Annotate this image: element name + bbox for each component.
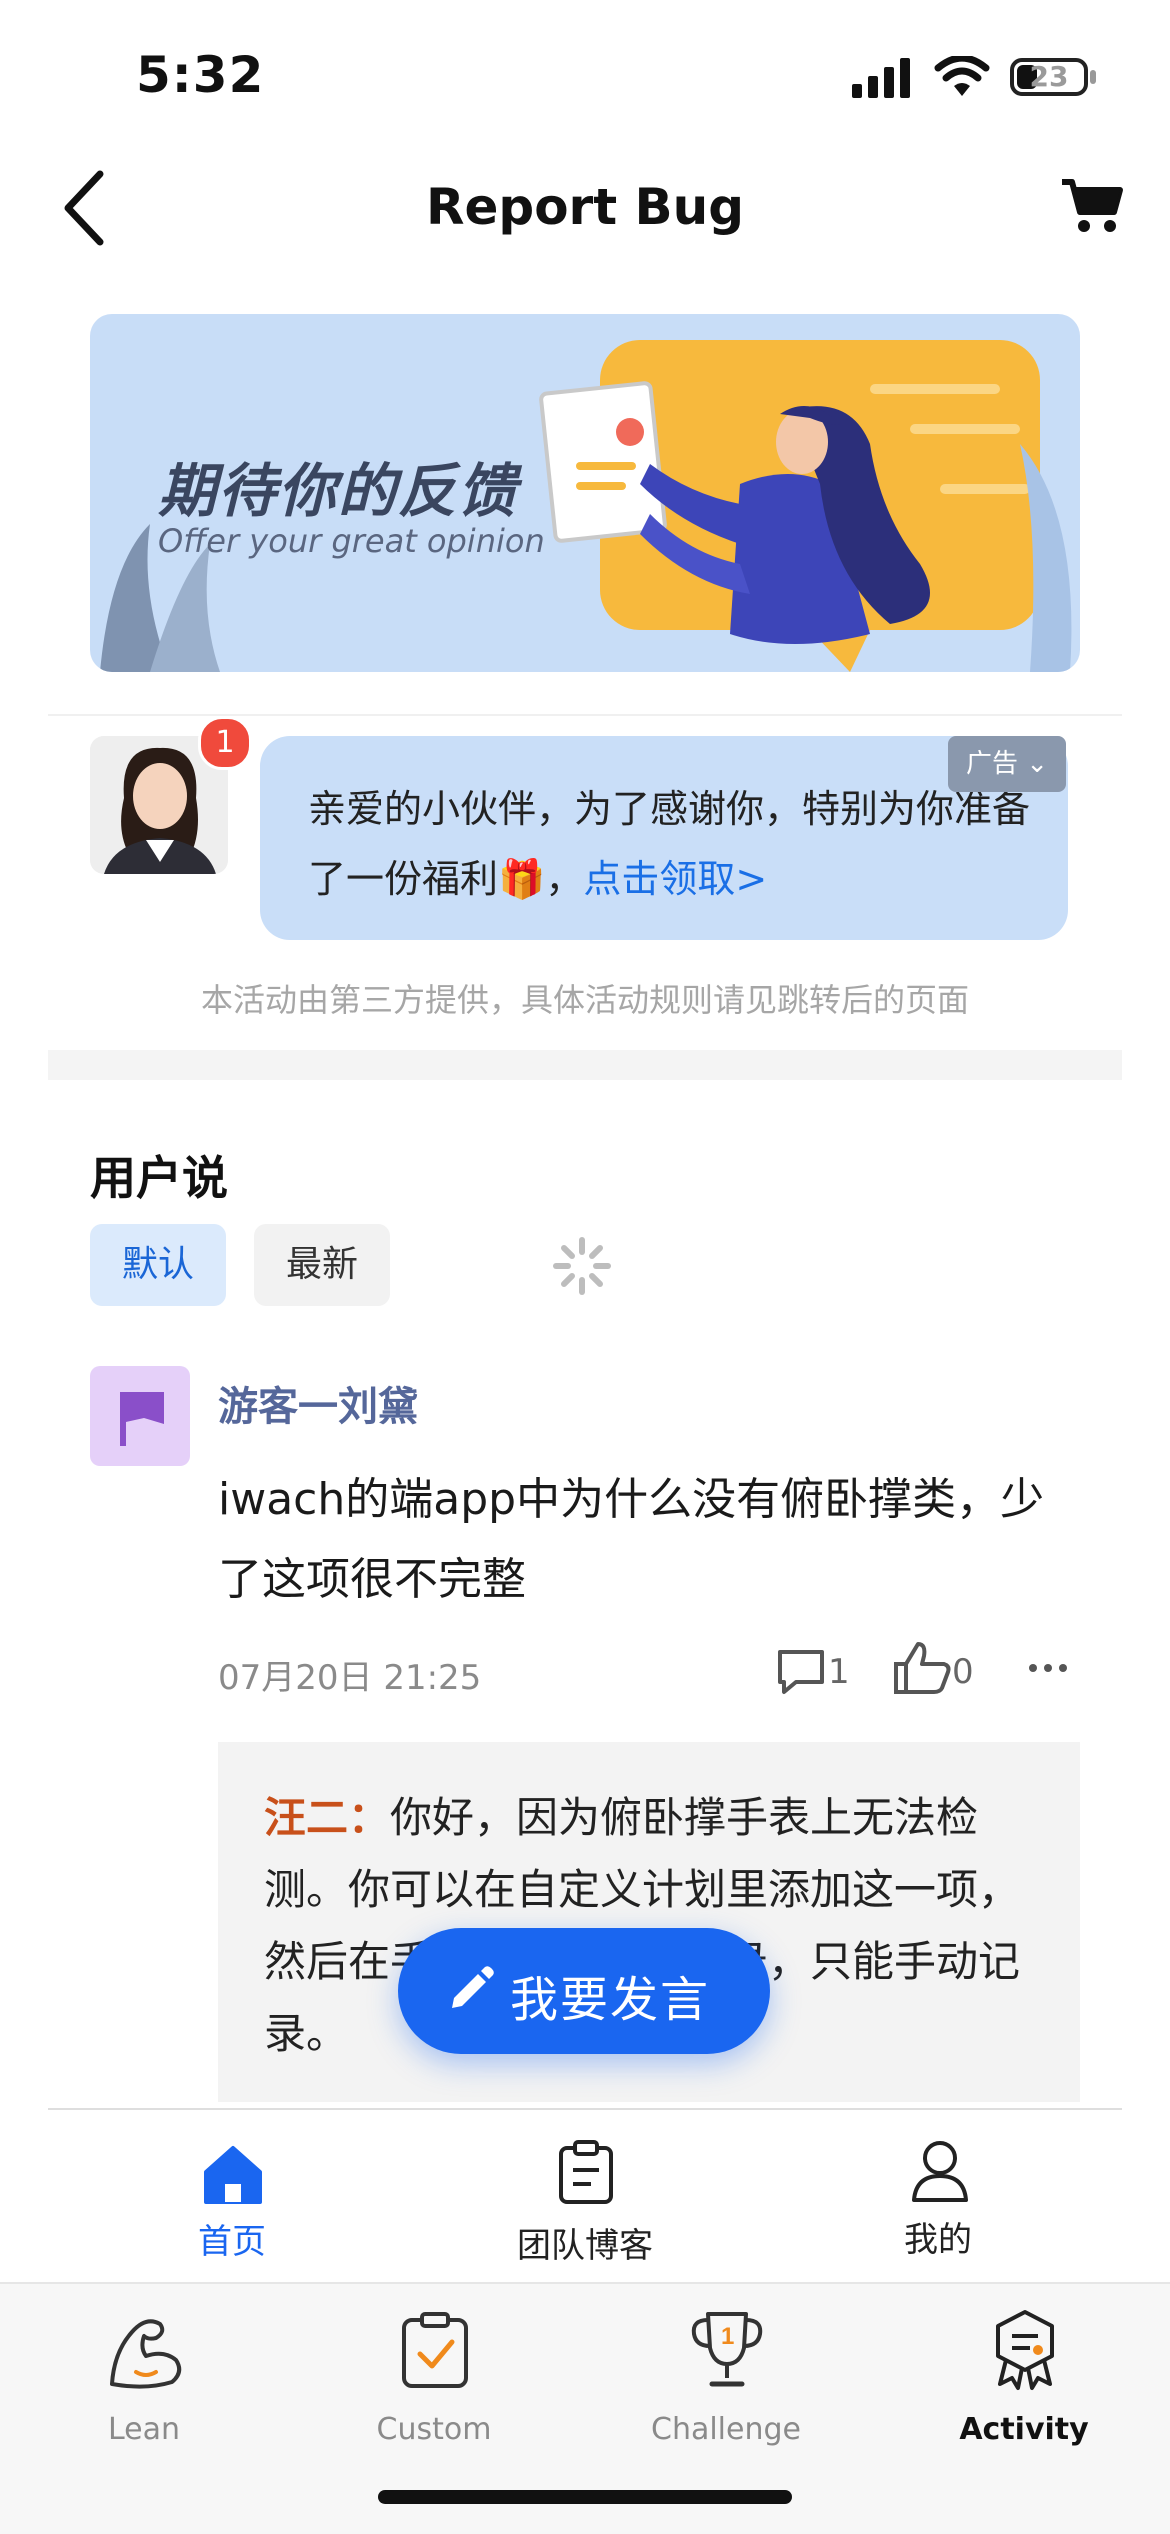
trophy-icon: 1 — [691, 2312, 763, 2387]
flexed-arm-icon — [110, 2319, 182, 2389]
tab-custom-label: Custom — [376, 2412, 492, 2447]
tab-lean-label: Lean — [107, 2412, 181, 2447]
post-body: iwach的端app中为什么没有俯卧撑类，少了这项很不完整 — [218, 1474, 1045, 1605]
feedback-banner[interactable]: 期待你的反馈 Offer your great opinion — [90, 314, 1080, 672]
filter-latest[interactable]: 最新 — [254, 1224, 390, 1306]
banner-subtitle: Offer your great opinion — [158, 522, 545, 560]
cart-icon[interactable] — [1060, 176, 1124, 236]
svg-text:1: 1 — [721, 2323, 734, 2350]
flag-icon — [120, 1392, 164, 1446]
status-time: 5:32 — [136, 46, 265, 104]
battery-tip — [1090, 70, 1096, 84]
checklist-icon — [402, 2312, 468, 2388]
pencil-icon — [452, 1966, 494, 2008]
thumbs-up-icon[interactable] — [892, 1640, 952, 1696]
post-author[interactable]: 游客一刘黛 — [218, 1374, 418, 1432]
divider — [48, 714, 1122, 716]
comment-count: 1 — [828, 1652, 850, 1692]
loading-spinner-icon — [553, 1237, 611, 1295]
inner-tab-bar: 首页 团队博客 我的 — [48, 2108, 1122, 2282]
user-icon — [912, 2141, 968, 2202]
tab-custom[interactable]: Custom — [314, 2304, 554, 2464]
tab-activity-label: Activity — [959, 2412, 1089, 2447]
ad-message-bubble[interactable]: 亲爱的小伙伴，为了感谢你，特别为你准备了一份福利🎁，点击领取> 广告 ⌄ — [260, 736, 1068, 940]
tab-activity[interactable]: Activity — [904, 2304, 1144, 2464]
speak-button-label: 我要发言 — [510, 1972, 711, 2028]
section-title: 用户说 — [90, 1151, 228, 1205]
section-separator — [48, 1050, 1122, 1080]
battery-icon: 23 — [1010, 58, 1088, 96]
reply-author[interactable]: 汪二： — [264, 1793, 390, 1842]
clipboard-icon — [559, 2140, 613, 2204]
more-options-icon[interactable] — [1028, 1660, 1068, 1676]
home-indicator — [378, 2490, 792, 2504]
wifi-icon — [934, 56, 990, 96]
tab-mine-label: 我的 — [904, 2220, 972, 2260]
chevron-down-icon: ⌄ — [1026, 749, 1049, 779]
comment-icon[interactable] — [774, 1646, 828, 1696]
tab-lean[interactable]: Lean — [24, 2304, 264, 2464]
ad-tag[interactable]: 广告 ⌄ — [948, 736, 1066, 792]
filter-default[interactable]: 默认 — [90, 1224, 226, 1306]
cellular-signal-icon — [852, 58, 910, 98]
notification-badge: 1 — [198, 716, 252, 770]
tab-home[interactable]: 首页 — [122, 2130, 342, 2270]
like-count: 0 — [952, 1652, 974, 1692]
tab-mine[interactable]: 我的 — [828, 2130, 1048, 2270]
battery-level: 23 — [1029, 60, 1069, 93]
home-icon — [204, 2146, 262, 2204]
claim-link[interactable]: 点击领取> — [583, 857, 767, 901]
banner-title: 期待你的反馈 — [158, 457, 519, 525]
tab-team-blog[interactable]: 团队博客 — [475, 2130, 695, 2270]
post-time: 07月20日 21:25 — [218, 1658, 482, 1698]
ad-disclaimer: 本活动由第三方提供，具体活动规则请见跳转后的页面 — [200, 981, 969, 1019]
tab-challenge[interactable]: 1 Challenge — [606, 2304, 846, 2464]
badge-ribbon-icon — [996, 2310, 1054, 2390]
tab-challenge-label: Challenge — [651, 2412, 801, 2447]
ad-text: 亲爱的小伙伴，为了感谢你，特别为你准备了一份福利🎁，点击领取> — [308, 787, 1031, 901]
user-avatar[interactable] — [90, 1366, 190, 1466]
tab-home-label: 首页 — [198, 2222, 266, 2262]
tab-team-blog-label: 团队博客 — [517, 2226, 653, 2266]
page-title: Report Bug — [425, 178, 745, 236]
speak-button[interactable]: 我要发言 — [398, 1928, 770, 2054]
